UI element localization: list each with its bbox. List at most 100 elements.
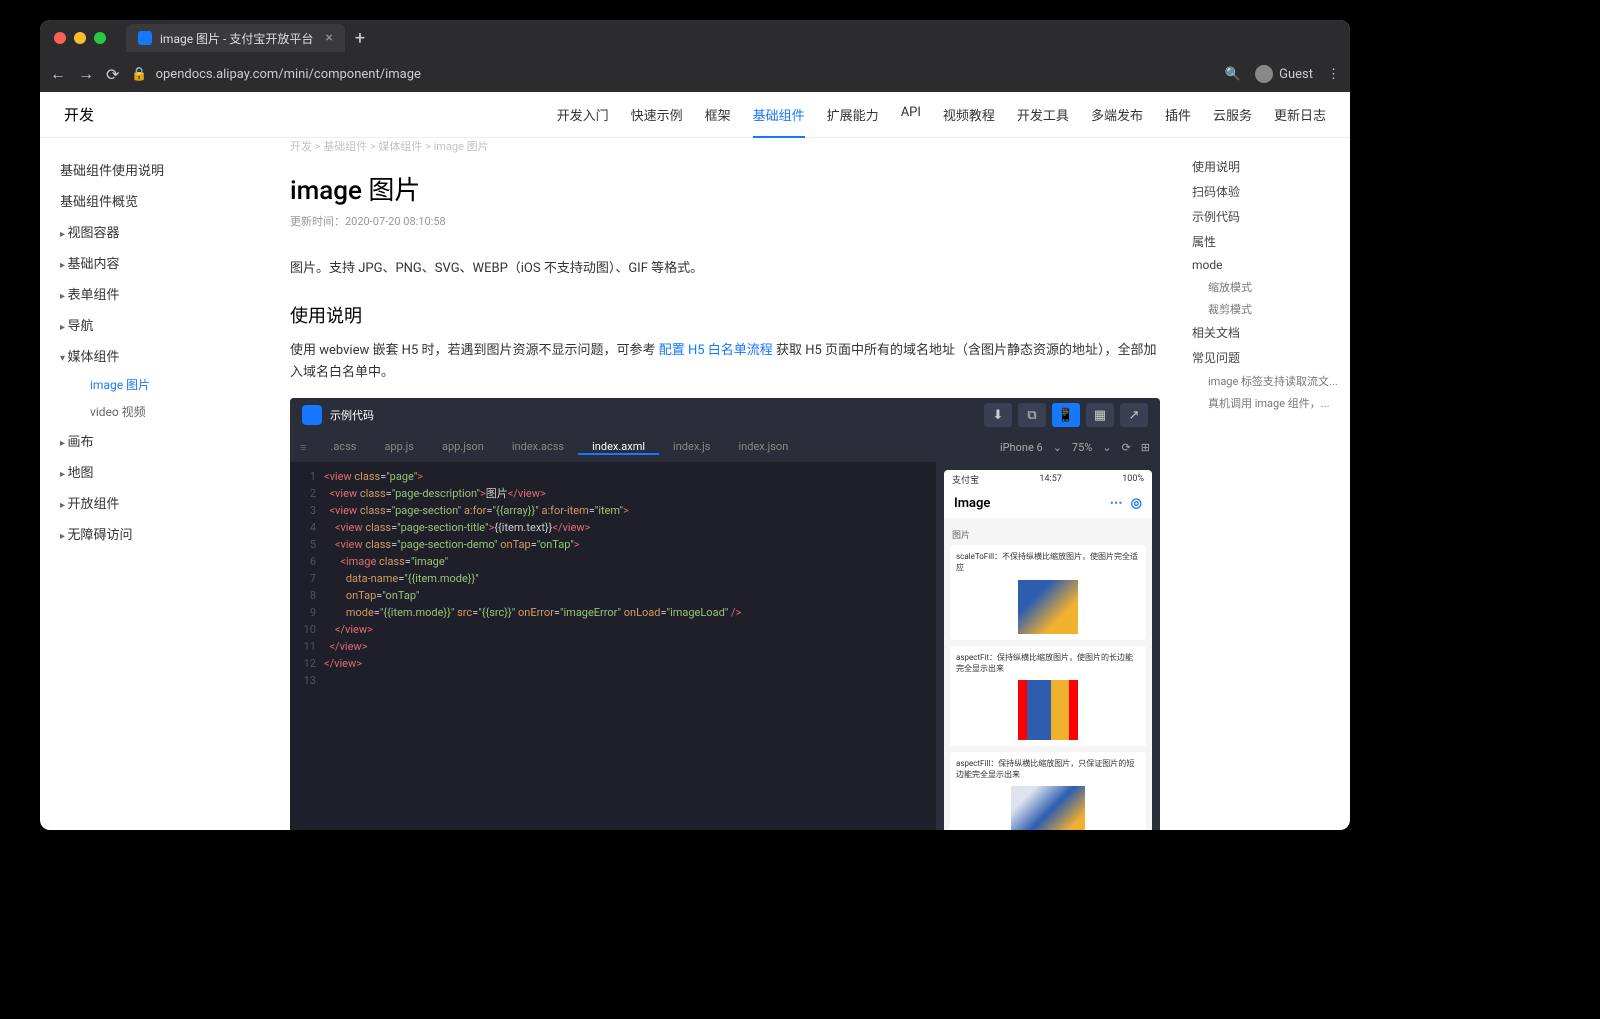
toc-item[interactable]: 扫码体验 [1192,179,1338,204]
back-button[interactable]: ← [50,64,66,84]
browser-window: image 图片 - 支付宝开放平台 × + ← → ⟳ 🔒 opendocs.… [40,20,1350,830]
nav-item[interactable]: 云服务 [1213,105,1252,125]
sidebar-item[interactable]: 基础组件概览 [60,185,270,216]
chevron-down-icon: ⌄ [1102,441,1111,454]
ide-logo-icon [302,405,322,425]
nav-left-label[interactable]: 开发 [64,104,94,125]
toc-item[interactable]: 属性 [1192,229,1338,254]
toc: 使用说明扫码体验示例代码属性mode缩放模式裁剪模式相关文档常见问题image … [1180,138,1350,830]
copy-icon[interactable]: ⧉ [1018,403,1046,427]
sidebar-subitem[interactable]: video 视频 [60,398,270,425]
nav-item[interactable]: 扩展能力 [827,105,879,125]
ide-tab[interactable]: app.js [370,440,428,455]
close-window-icon[interactable] [54,32,66,44]
sidebar: 基础组件使用说明基础组件概览视图容器基础内容表单组件导航媒体组件image 图片… [40,138,270,830]
qr-icon[interactable]: ▦ [1086,403,1114,427]
maximize-window-icon[interactable] [94,32,106,44]
share-icon[interactable]: ↗ [1120,403,1148,427]
preview-image-icon [1018,580,1078,634]
preview-card: aspectFit：保持纵横比缩放图片，使图片的长边能完全显示出来 [950,646,1146,746]
sidebar-group[interactable]: 视图容器 [60,216,270,247]
download-icon[interactable]: ⬇ [984,403,1012,427]
nav-item[interactable]: 快速示例 [631,105,683,125]
url-bar: ← → ⟳ 🔒 opendocs.alipay.com/mini/compone… [40,56,1350,92]
ide-tab[interactable]: .acss [316,440,370,455]
toc-subitem[interactable]: image 标签支持读取流文... [1192,370,1338,392]
more-icon[interactable]: ⋯ [1110,496,1123,511]
reload-button[interactable]: ⟳ [106,65,119,84]
preview-card: aspectFill：保持纵横比缩放图片，只保证图片的短边能完全显示出来 [950,752,1146,830]
whitelist-link[interactable]: 配置 H5 白名单流程 [659,343,773,358]
nav-item[interactable]: 基础组件 [753,105,805,138]
target-icon[interactable]: ◎ [1131,496,1142,511]
avatar-icon [1255,65,1273,83]
sidebar-item[interactable]: 基础组件使用说明 [60,154,270,185]
sidebar-group[interactable]: 导航 [60,309,270,340]
battery-label: 100% [1122,474,1144,484]
time-label: 14:57 [1039,474,1061,484]
ide-tab[interactable]: index.json [724,440,802,455]
code-editor[interactable]: 12345678910111213 <view class="page"> <v… [290,462,936,830]
menu-icon[interactable]: ⋮ [1327,67,1340,82]
refresh-icon[interactable]: ⟳ [1122,441,1131,454]
sidebar-group[interactable]: 基础内容 [60,247,270,278]
nav-item[interactable]: 框架 [705,105,731,125]
toc-item[interactable]: 常见问题 [1192,345,1338,370]
ide-tab[interactable]: index.axml [578,440,659,455]
sidebar-group[interactable]: 媒体组件 [60,340,270,371]
nav-item[interactable]: 多端发布 [1091,105,1143,125]
tab-title: image 图片 - 支付宝开放平台 [160,30,313,47]
sidebar-group[interactable]: 地图 [60,456,270,487]
toc-item[interactable]: 示例代码 [1192,204,1338,229]
browser-tab[interactable]: image 图片 - 支付宝开放平台 × [126,24,345,52]
nav-item[interactable]: 更新日志 [1274,105,1326,125]
preview-image-icon [1011,786,1085,830]
toc-item[interactable]: 使用说明 [1192,154,1338,179]
section-heading: 使用说明 [290,302,1160,328]
toc-subitem[interactable]: 真机调用 image 组件，... [1192,392,1338,414]
minimize-window-icon[interactable] [74,32,86,44]
favicon-icon [138,31,152,45]
paragraph: 使用 webview 嵌套 H5 时，若遇到图片资源不显示问题，可参考 配置 H… [290,340,1160,384]
sidebar-subitem[interactable]: image 图片 [60,371,270,398]
close-tab-icon[interactable]: × [325,30,332,46]
nav-item[interactable]: 开发入门 [557,105,609,125]
ide-tab[interactable]: app.json [428,440,498,455]
profile-button[interactable]: Guest [1255,65,1313,83]
sidebar-group[interactable]: 开放组件 [60,487,270,518]
nav-item[interactable]: 插件 [1165,105,1191,125]
toc-subitem[interactable]: 裁剪模式 [1192,298,1338,320]
titlebar: image 图片 - 支付宝开放平台 × + [40,20,1350,56]
ide-panel: 示例代码 ⬇ ⧉ 📱 ▦ ↗ ≡ .acssapp.jsapp.jsoninde… [290,398,1160,830]
chevron-down-icon: ⌄ [1053,441,1062,454]
nav-item[interactable]: 开发工具 [1017,105,1069,125]
phone-icon[interactable]: 📱 [1052,403,1080,427]
ide-title: 示例代码 [330,407,374,423]
ide-tab[interactable]: index.js [659,440,724,455]
meta: 更新时间：2020-07-20 08:10:58 [290,213,1160,229]
lock-icon: 🔒 [131,67,147,82]
device-select[interactable]: iPhone 6 [1000,441,1043,454]
breadcrumb: 开发 > 基础组件 > 媒体组件 > image 图片 [290,138,1160,154]
carrier-label: 支付宝 [952,473,979,486]
phone-preview: 支付宝 14:57 100% Image ⋯◎ 图片 [936,462,1160,830]
url-text[interactable]: opendocs.alipay.com/mini/component/image [156,67,421,82]
toc-subitem[interactable]: 缩放模式 [1192,276,1338,298]
sidebar-group[interactable]: 表单组件 [60,278,270,309]
description: 图片。支持 JPG、PNG、SVG、WEBP（iOS 不支持动图）、GIF 等格… [290,257,1160,276]
toc-item[interactable]: 相关文档 [1192,320,1338,345]
files-icon[interactable]: ≡ [290,441,316,454]
new-tab-button[interactable]: + [355,28,365,49]
grid-icon[interactable]: ⊞ [1141,441,1150,454]
preview-section: 图片 [950,524,1146,545]
nav-item[interactable]: 视频教程 [943,105,995,125]
search-icon[interactable]: 🔍 [1225,67,1241,82]
nav-item[interactable]: API [901,105,921,125]
sidebar-group[interactable]: 无障碍访问 [60,518,270,549]
forward-button[interactable]: → [78,64,94,84]
ide-tab[interactable]: index.acss [498,440,578,455]
toc-item[interactable]: mode [1192,254,1338,276]
page-title: image 图片 [290,170,1160,207]
sidebar-group[interactable]: 画布 [60,425,270,456]
zoom-select[interactable]: 75% [1072,441,1092,454]
